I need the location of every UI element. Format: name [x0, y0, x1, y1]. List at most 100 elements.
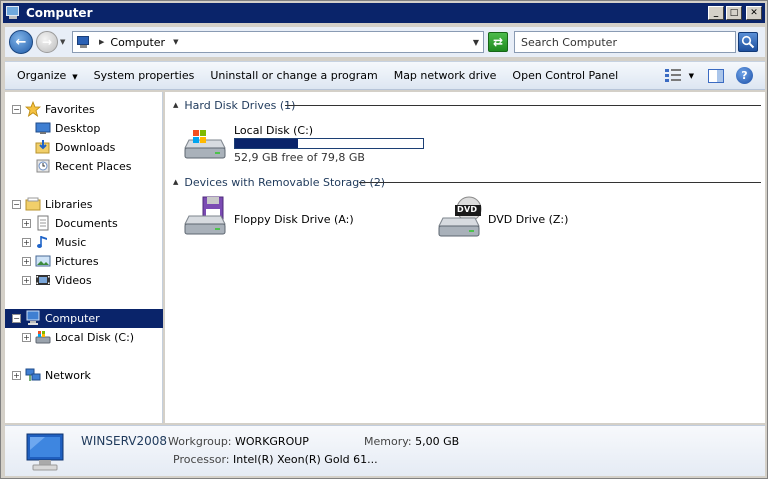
recent-places-icon [36, 159, 50, 173]
nav-music-label: Music [55, 236, 87, 249]
group-divider [285, 105, 761, 106]
nav-desktop-label: Desktop [55, 122, 101, 135]
floppy-drive-icon [184, 196, 226, 235]
memory-label: Memory: [364, 435, 412, 448]
collapse-group-icon[interactable]: ▲ [173, 101, 178, 109]
nav-network-label: Network [45, 369, 91, 382]
expand-icon[interactable]: + [22, 276, 31, 285]
breadcrumb-dropdown-icon[interactable]: ▼ [173, 38, 178, 46]
dvd-badge: DVD [457, 205, 478, 214]
nav-local-disk-label: Local Disk (C:) [55, 331, 135, 344]
nav-recent-places[interactable]: Recent Places [5, 157, 163, 176]
nav-network[interactable]: + Network [5, 366, 163, 385]
view-options-dropdown[interactable]: ▼ [689, 72, 694, 80]
nav-music[interactable]: + Music [5, 233, 163, 252]
forward-button[interactable]: → [36, 31, 58, 53]
expand-icon[interactable]: + [22, 257, 31, 266]
network-icon [25, 368, 41, 381]
organize-menu[interactable]: Organize ▼ [5, 69, 86, 82]
disk-usage-fill [235, 139, 299, 148]
search-button[interactable] [738, 32, 758, 52]
uninstall-program-button[interactable]: Uninstall or change a program [202, 69, 385, 82]
nav-libraries-label: Libraries [45, 198, 93, 211]
drive-local-disk-free: 52,9 GB free of 79,8 GB [234, 151, 365, 164]
processor-label: Processor: [173, 453, 230, 466]
close-button[interactable]: ✕ [746, 6, 762, 20]
pictures-icon [35, 255, 51, 267]
drive-dvd-name: DVD Drive (Z:) [488, 213, 569, 226]
group-header-hard-disks[interactable]: ▲ Hard Disk Drives (1) [173, 97, 761, 113]
drive-local-disk[interactable]: Local Disk (C:) 52,9 GB free of 79,8 GB [181, 122, 431, 166]
nav-computer[interactable]: − Computer [5, 309, 163, 328]
organize-label: Organize [17, 69, 67, 82]
drive-floppy-name: Floppy Disk Drive (A:) [234, 213, 354, 226]
downloads-folder-icon [35, 140, 50, 154]
breadcrumb-computer[interactable]: Computer [110, 36, 165, 49]
music-icon [37, 236, 47, 248]
group-header-removable-label: Devices with Removable Storage (2) [184, 175, 386, 189]
search-icon [741, 35, 755, 49]
address-history-dropdown[interactable]: ▼ [473, 38, 479, 47]
group-header-removable[interactable]: ▲ Devices with Removable Storage (2) [173, 174, 761, 190]
command-bar: Organize ▼ System properties Uninstall or… [5, 61, 765, 90]
workgroup-value: WORKGROUP [235, 435, 309, 448]
collapse-icon[interactable]: − [12, 105, 21, 114]
group-divider [359, 182, 761, 183]
navigation-pane: − Favorites Desktop Downloads Recent Pla… [5, 92, 163, 423]
nav-downloads[interactable]: Downloads [5, 138, 163, 157]
nav-documents[interactable]: + Documents [5, 214, 163, 233]
nav-recent-places-label: Recent Places [55, 160, 132, 173]
explorer-window: Computer _ □ ✕ ← → ▼ ▶ Computer ▼ ▼ ⇄ Se… [0, 0, 768, 479]
nav-pictures-label: Pictures [55, 255, 99, 268]
chevron-down-icon: ▼ [72, 73, 78, 81]
videos-icon [36, 275, 50, 285]
title-bar[interactable]: Computer _ □ ✕ [3, 3, 765, 23]
expand-icon[interactable]: + [22, 219, 31, 228]
computer-icon [77, 36, 91, 48]
nav-local-disk[interactable]: + Local Disk (C:) [5, 328, 163, 347]
computer-name: WINSERV2008 [81, 434, 168, 448]
nav-videos[interactable]: + Videos [5, 271, 163, 290]
expand-icon[interactable]: + [22, 238, 31, 247]
drive-dvd[interactable]: DVD DVD Drive (Z:) [435, 196, 635, 242]
group-header-hard-disks-label: Hard Disk Drives (1) [184, 98, 296, 112]
workgroup-label: Workgroup: [168, 435, 232, 448]
collapse-icon[interactable]: − [12, 314, 21, 323]
hard-drive-icon [184, 130, 226, 159]
computer-icon [26, 433, 64, 471]
collapse-icon[interactable]: − [12, 200, 21, 209]
details-pane: WINSERV2008 Workgroup: WORKGROUP Memory:… [5, 425, 765, 476]
open-control-panel-button[interactable]: Open Control Panel [504, 69, 626, 82]
memory-field: Memory: 5,00 GB [364, 435, 459, 448]
system-properties-button[interactable]: System properties [86, 69, 203, 82]
drive-local-disk-name: Local Disk (C:) [234, 124, 314, 137]
address-field[interactable]: ▶ Computer ▼ ▼ [72, 31, 484, 53]
nav-favorites[interactable]: − Favorites [5, 100, 163, 119]
collapse-group-icon[interactable]: ▲ [173, 178, 178, 186]
help-icon[interactable]: ? [736, 67, 753, 84]
nav-pictures[interactable]: + Pictures [5, 252, 163, 271]
minimize-button[interactable]: _ [708, 6, 724, 20]
nav-documents-label: Documents [55, 217, 118, 230]
preview-pane-icon[interactable] [708, 68, 724, 83]
dvd-drive-icon [438, 196, 482, 237]
nav-libraries[interactable]: − Libraries [5, 195, 163, 214]
local-disk-icon [35, 331, 51, 344]
nav-videos-label: Videos [55, 274, 92, 287]
recent-pages-dropdown[interactable]: ▼ [60, 38, 70, 46]
address-bar-row: ← → ▼ ▶ Computer ▼ ▼ ⇄ Search Computer [5, 27, 765, 57]
window-title: Computer [26, 6, 93, 20]
expand-icon[interactable]: + [12, 371, 21, 380]
nav-desktop[interactable]: Desktop [5, 119, 163, 138]
refresh-button[interactable]: ⇄ [488, 32, 508, 52]
map-network-drive-button[interactable]: Map network drive [386, 69, 505, 82]
drive-floppy[interactable]: Floppy Disk Drive (A:) [181, 196, 401, 242]
change-view-icon[interactable] [664, 68, 683, 83]
back-button[interactable]: ← [9, 30, 33, 54]
search-input[interactable]: Search Computer [514, 31, 736, 53]
nav-downloads-label: Downloads [55, 141, 116, 154]
maximize-button[interactable]: □ [726, 6, 742, 20]
documents-icon [37, 215, 49, 231]
expand-icon[interactable]: + [22, 333, 31, 342]
breadcrumb-arrow-icon[interactable]: ▶ [99, 38, 104, 46]
